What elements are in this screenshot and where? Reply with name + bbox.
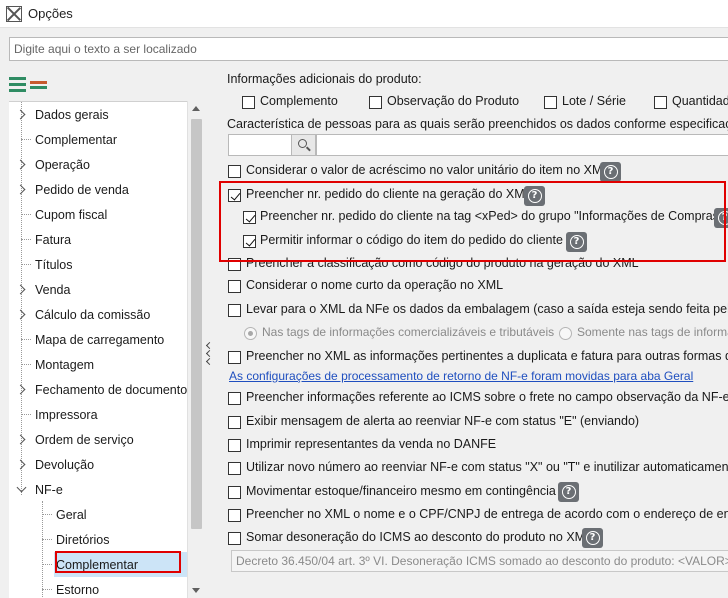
tree-item-complementar[interactable]: Complementar (9, 127, 187, 152)
checkbox-representantes-danfe[interactable] (228, 439, 241, 452)
tree-item-fechamento-de-documentos[interactable]: Fechamento de documentos (9, 377, 187, 402)
radio-somente-tags[interactable] (559, 327, 572, 340)
checkbox-complemento[interactable] (242, 96, 255, 109)
search-icon (298, 139, 307, 148)
label-novo-numero: Utilizar novo número ao reenviar NF-e co… (246, 460, 728, 474)
desoneracao-text-field[interactable]: Decreto 36.450/04 art. 3º VI. Desoneraçã… (231, 550, 728, 572)
tree-scrollbar[interactable] (187, 101, 204, 598)
caracteristica-search-button[interactable] (292, 134, 316, 156)
caracteristica-input[interactable] (228, 134, 292, 156)
label-icms-frete: Preencher informações referente ao ICMS … (246, 390, 728, 404)
tree-item-dados-gerais[interactable]: Dados gerais (9, 102, 187, 127)
panel-splitter[interactable] (204, 66, 216, 598)
app-icon (6, 5, 22, 22)
chevron-right-icon[interactable] (15, 284, 26, 295)
tree-item-nfe-diretorios[interactable]: Diretórios (9, 527, 187, 552)
checkbox-lote-serie[interactable] (544, 96, 557, 109)
chevron-right-icon[interactable] (15, 459, 26, 470)
scroll-down-icon[interactable] (192, 588, 200, 593)
chevron-down-icon[interactable] (16, 482, 27, 493)
checkbox-nome-cpf-entrega[interactable] (228, 509, 241, 522)
label-quantidade: Quantidade (672, 94, 728, 108)
caracteristica-list[interactable] (316, 134, 728, 156)
tree-item-venda[interactable]: Venda (9, 277, 187, 302)
checkbox-movimentar-estoque[interactable] (228, 486, 241, 499)
tree-item-cupom-fiscal[interactable]: Cupom fiscal (9, 202, 187, 227)
help-icon[interactable]: ? (558, 482, 579, 502)
checkbox-icms-frete[interactable] (228, 392, 241, 405)
tree-item-nfe[interactable]: NF-e (9, 477, 187, 502)
label-somar-desoneracao: Somar desoneração do ICMS ao desconto do… (246, 530, 593, 544)
checkbox-novo-numero[interactable] (228, 462, 241, 475)
label-acrescimo: Considerar o valor de acréscimo no valor… (246, 163, 610, 177)
tree-item-operacao[interactable]: Operação (9, 152, 187, 177)
options-tree: Dados gerais Complementar Operação Pedid… (9, 101, 187, 598)
annotation-box-tree (55, 551, 181, 573)
window-title: Opções (28, 6, 73, 21)
label-observacao-produto: Observação do Produto (387, 94, 520, 108)
scroll-thumb[interactable] (191, 119, 202, 529)
label-alerta-reenviar: Exibir mensagem de alerta ao reenviar NF… (246, 414, 640, 428)
label-dados-embalagem: Levar para o XML da NFe os dados da emba… (246, 302, 728, 316)
info-adicionais-label: Informações adicionais do produto: (227, 72, 422, 86)
label-nome-cpf-entrega: Preencher no XML o nome e o CPF/CNPJ de … (246, 507, 728, 521)
chevron-right-icon[interactable] (15, 309, 26, 320)
title-bar: Opções (0, 0, 728, 28)
tree-item-calculo-da-comissao[interactable]: Cálculo da comissão (9, 302, 187, 327)
help-icon[interactable]: ? (582, 528, 603, 548)
chevron-right-icon[interactable] (15, 434, 26, 445)
help-icon[interactable]: ? (600, 162, 621, 182)
tree-item-devolucao[interactable]: Devolução (9, 452, 187, 477)
chevron-right-icon[interactable] (15, 109, 26, 120)
chevron-right-icon[interactable] (15, 184, 26, 195)
checkbox-duplicata-fatura[interactable] (228, 351, 241, 364)
checkbox-quantidade[interactable] (654, 96, 667, 109)
label-complemento: Complemento (260, 94, 338, 108)
tree-item-montagem[interactable]: Montagem (9, 352, 187, 377)
scroll-up-icon[interactable] (192, 106, 200, 111)
tree-item-nfe-estorno[interactable]: Estorno (9, 577, 187, 598)
label-duplicata-fatura: Preencher no XML as informações pertinen… (246, 349, 728, 363)
radio-tags-comercializaveis[interactable] (244, 327, 257, 340)
collapse-panel-icon[interactable] (205, 341, 214, 371)
checkbox-alerta-reenviar[interactable] (228, 416, 241, 429)
label-representantes-danfe: Imprimir representantes da venda no DANF… (246, 437, 497, 451)
collapse-all-icon[interactable] (30, 76, 47, 92)
chevron-right-icon[interactable] (15, 384, 26, 395)
tree-item-titulos[interactable]: Títulos (9, 252, 187, 277)
link-processamento-retorno[interactable]: As configurações de processamento de ret… (229, 369, 693, 383)
tree-item-fatura[interactable]: Fatura (9, 227, 187, 252)
tree-item-pedido-de-venda[interactable]: Pedido de venda (9, 177, 187, 202)
checkbox-nome-curto[interactable] (228, 280, 241, 293)
checkbox-acrescimo[interactable] (228, 165, 241, 178)
label-nome-curto: Considerar o nome curto da operação no X… (246, 278, 504, 292)
chevron-right-icon[interactable] (15, 159, 26, 170)
label-tags-comercializaveis: Nas tags de informações comercializáveis… (262, 325, 555, 339)
label-somente-tags: Somente nas tags de informa (577, 325, 728, 339)
tree-item-impressora[interactable]: Impressora (9, 402, 187, 427)
caracteristica-label: Característica de pessoas para as quais … (227, 117, 728, 131)
expand-all-icon[interactable] (9, 76, 26, 92)
label-lote-serie: Lote / Série (562, 94, 626, 108)
options-content: Informações adicionais do produto: Compl… (216, 66, 728, 598)
tree-item-nfe-geral[interactable]: Geral (9, 502, 187, 527)
tree-item-ordem-de-servico[interactable]: Ordem de serviço (9, 427, 187, 452)
tree-toolbar (9, 74, 53, 94)
checkbox-dados-embalagem[interactable] (228, 304, 241, 317)
annotation-box-content (219, 181, 726, 262)
label-movimentar-estoque: Movimentar estoque/financeiro mesmo em c… (246, 484, 556, 498)
checkbox-somar-desoneracao[interactable] (228, 532, 241, 545)
checkbox-observacao-produto[interactable] (369, 96, 382, 109)
tree-item-mapa-de-carregamento[interactable]: Mapa de carregamento (9, 327, 187, 352)
search-input[interactable] (9, 37, 728, 61)
